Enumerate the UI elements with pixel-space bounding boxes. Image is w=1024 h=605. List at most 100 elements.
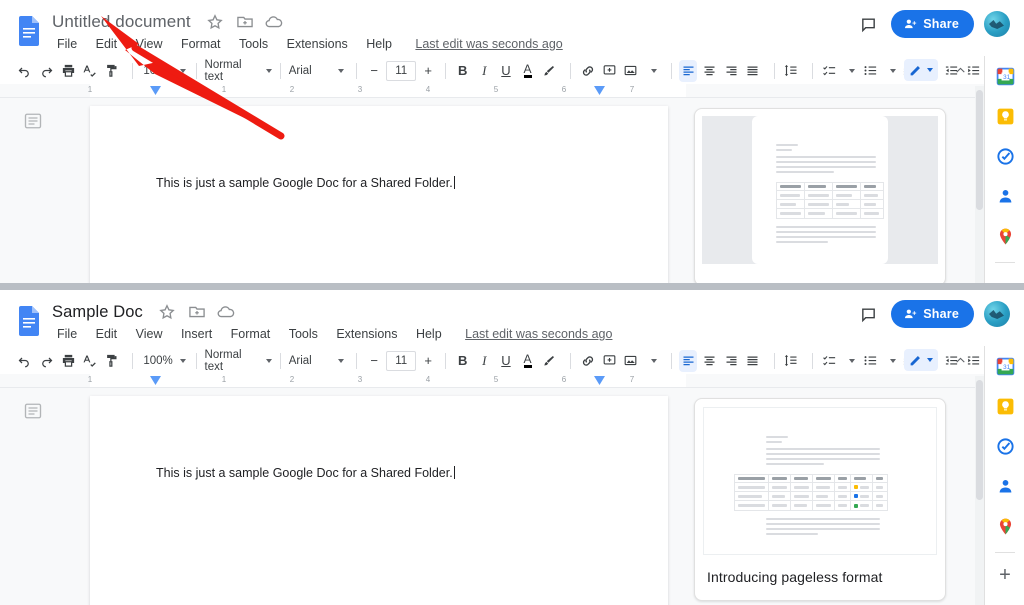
collapse-toolbar-chevron-icon[interactable] <box>948 59 972 81</box>
print-icon[interactable] <box>59 60 77 82</box>
comment-history-icon[interactable] <box>855 11 881 37</box>
menu-item-tools[interactable]: Tools <box>232 34 275 54</box>
menu-item-format[interactable]: Format <box>174 34 228 54</box>
checklist-icon[interactable] <box>821 350 839 372</box>
menu-item-format[interactable]: Format <box>224 324 278 344</box>
underline-button[interactable]: U <box>497 60 515 82</box>
paint-format-icon[interactable] <box>102 350 120 372</box>
zoom-selector[interactable]: 100% <box>141 65 188 77</box>
increase-font-size-button[interactable]: + <box>419 63 437 78</box>
redo-icon[interactable] <box>38 350 56 372</box>
increase-font-size-button[interactable]: + <box>419 353 437 368</box>
undo-icon[interactable] <box>16 350 34 372</box>
menu-item-edit[interactable]: Edit <box>89 34 125 54</box>
font-family-selector[interactable]: Arial <box>289 65 349 77</box>
italic-button[interactable]: I <box>476 350 494 372</box>
decrease-font-size-button[interactable]: − <box>365 63 383 78</box>
add-comment-icon[interactable] <box>600 350 618 372</box>
add-addon-button[interactable]: + <box>985 555 1024 595</box>
bold-button[interactable]: B <box>454 60 472 82</box>
checklist-icon[interactable] <box>821 60 839 82</box>
last-edit-status[interactable]: Last edit was seconds ago <box>465 326 612 342</box>
document-body-text[interactable]: This is just a sample Google Doc for a S… <box>156 176 455 190</box>
chevron-down-icon[interactable] <box>849 68 856 73</box>
add-comment-icon[interactable] <box>600 60 618 82</box>
zoom-selector[interactable]: 100% <box>141 355 188 367</box>
scrollbar-thumb[interactable] <box>976 90 983 210</box>
collapse-toolbar-chevron-icon[interactable] <box>948 349 972 371</box>
font-size-input[interactable]: 11 <box>386 60 417 81</box>
paragraph-style-selector[interactable]: Normal text <box>205 349 272 373</box>
google-tasks-icon[interactable] <box>985 136 1024 176</box>
star-icon[interactable] <box>157 302 177 322</box>
underline-button[interactable]: U <box>497 350 515 372</box>
chevron-down-icon[interactable] <box>890 68 896 73</box>
saved-to-drive-cloud-icon[interactable] <box>264 12 284 32</box>
chevron-down-icon[interactable] <box>849 358 856 363</box>
menu-item-tools[interactable]: Tools <box>282 324 325 344</box>
move-to-folder-icon[interactable] <box>235 12 255 32</box>
text-color-button[interactable]: A <box>519 60 537 82</box>
chevron-down-icon[interactable] <box>650 68 657 73</box>
highlight-color-icon[interactable] <box>540 350 558 372</box>
share-button[interactable]: Share <box>891 300 974 328</box>
align-justify-icon[interactable] <box>744 60 762 82</box>
bulleted-list-icon[interactable] <box>861 60 879 82</box>
editing-mode-pencil-icon[interactable] <box>904 349 938 371</box>
ruler[interactable]: 1 1 2 3 4 5 6 7 <box>0 374 1024 388</box>
menu-item-insert[interactable]: Insert <box>174 324 219 344</box>
align-center-icon[interactable] <box>701 350 719 372</box>
insert-image-icon[interactable] <box>622 350 640 372</box>
align-left-icon[interactable] <box>679 349 697 372</box>
decrease-font-size-button[interactable]: − <box>365 353 383 368</box>
highlight-color-icon[interactable] <box>540 60 558 82</box>
google-contacts-icon[interactable] <box>985 176 1024 216</box>
menu-item-extensions[interactable]: Extensions <box>280 34 355 54</box>
google-keep-icon[interactable] <box>985 386 1024 426</box>
google-keep-icon[interactable] <box>985 96 1024 136</box>
paint-format-icon[interactable] <box>102 60 120 82</box>
align-center-icon[interactable] <box>701 60 719 82</box>
menu-item-help[interactable]: Help <box>409 324 449 344</box>
menu-item-edit[interactable]: Edit <box>89 324 125 344</box>
editing-mode-pencil-icon[interactable] <box>904 59 938 81</box>
share-button[interactable]: Share <box>891 10 974 38</box>
line-spacing-icon[interactable] <box>782 60 800 82</box>
align-right-icon[interactable] <box>722 60 740 82</box>
text-color-button[interactable]: A <box>519 350 537 372</box>
google-maps-icon[interactable] <box>985 506 1024 546</box>
bulleted-list-icon[interactable] <box>861 350 879 372</box>
insert-link-icon[interactable] <box>579 60 597 82</box>
last-edit-status[interactable]: Last edit was seconds ago <box>415 36 562 52</box>
move-to-folder-icon[interactable] <box>187 302 207 322</box>
google-maps-icon[interactable] <box>985 216 1024 256</box>
document-title[interactable]: Untitled document <box>52 12 191 32</box>
google-contacts-icon[interactable] <box>985 466 1024 506</box>
print-icon[interactable] <box>59 350 77 372</box>
menu-item-file[interactable]: File <box>50 324 84 344</box>
spelling-check-icon[interactable] <box>81 60 99 82</box>
document-page[interactable]: This is just a sample Google Doc for a S… <box>90 106 668 283</box>
chevron-down-icon[interactable] <box>650 358 657 363</box>
google-calendar-icon[interactable]: 31 <box>985 56 1024 96</box>
align-left-icon[interactable] <box>679 59 697 82</box>
google-tasks-icon[interactable] <box>985 426 1024 466</box>
comment-history-icon[interactable] <box>855 301 881 327</box>
avatar[interactable] <box>984 301 1010 327</box>
menu-item-view[interactable]: View <box>129 34 170 54</box>
font-size-input[interactable]: 11 <box>386 350 417 371</box>
document-body-text[interactable]: This is just a sample Google Doc for a S… <box>156 466 455 480</box>
italic-button[interactable]: I <box>476 60 494 82</box>
undo-icon[interactable] <box>16 60 34 82</box>
bold-button[interactable]: B <box>454 350 472 372</box>
document-outline-icon[interactable] <box>24 402 42 420</box>
chevron-down-icon[interactable] <box>890 358 896 363</box>
menu-item-extensions[interactable]: Extensions <box>329 324 404 344</box>
align-right-icon[interactable] <box>722 350 740 372</box>
star-icon[interactable] <box>205 12 225 32</box>
document-outline-icon[interactable] <box>24 112 42 130</box>
vertical-scrollbar[interactable] <box>975 376 984 605</box>
paragraph-style-selector[interactable]: Normal text <box>205 59 272 83</box>
line-spacing-icon[interactable] <box>782 350 800 372</box>
redo-icon[interactable] <box>38 60 56 82</box>
